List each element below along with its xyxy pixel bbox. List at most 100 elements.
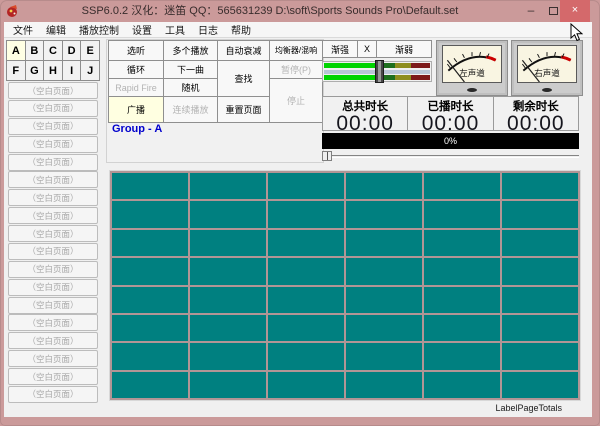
sound-cell[interactable] xyxy=(346,343,422,369)
sound-cell[interactable] xyxy=(190,173,266,199)
sound-cell[interactable] xyxy=(502,287,578,313)
blank-page-button[interactable]: （空白页面） xyxy=(8,243,98,260)
sound-cell[interactable] xyxy=(112,343,188,369)
sound-cell[interactable] xyxy=(190,315,266,341)
blank-page-button[interactable]: （空白页面） xyxy=(8,297,98,314)
page-letter-i[interactable]: I xyxy=(62,60,82,81)
sound-cell[interactable] xyxy=(268,201,344,227)
sound-cell[interactable] xyxy=(502,372,578,398)
seek-slider-track[interactable] xyxy=(322,155,579,158)
sound-cell[interactable] xyxy=(268,230,344,256)
sound-cell[interactable] xyxy=(112,173,188,199)
sound-cell[interactable] xyxy=(502,315,578,341)
auto-fade-button[interactable]: 自动衰减 xyxy=(217,40,270,61)
blank-page-button[interactable]: （空白页面） xyxy=(8,314,98,331)
menu-item[interactable]: 日志 xyxy=(198,22,218,37)
menu-item[interactable]: 文件 xyxy=(13,22,33,37)
sound-cell[interactable] xyxy=(268,372,344,398)
loop-button[interactable]: 循环 xyxy=(108,60,164,79)
sound-cell[interactable] xyxy=(424,315,500,341)
sound-cell[interactable] xyxy=(346,372,422,398)
page-letter-g[interactable]: G xyxy=(25,60,45,81)
volume-bar[interactable] xyxy=(322,61,432,82)
sound-cell[interactable] xyxy=(424,258,500,284)
sound-cell[interactable] xyxy=(190,287,266,313)
menu-item[interactable]: 设置 xyxy=(132,22,152,37)
blank-page-button[interactable]: （空白页面） xyxy=(8,386,98,403)
sound-cell[interactable] xyxy=(112,287,188,313)
sound-cell[interactable] xyxy=(502,258,578,284)
sound-cell[interactable] xyxy=(424,201,500,227)
sound-cell[interactable] xyxy=(346,230,422,256)
fade-out-button[interactable]: 渐弱 xyxy=(376,40,432,58)
sound-cell[interactable] xyxy=(424,173,500,199)
sound-cell[interactable] xyxy=(346,258,422,284)
page-letter-h[interactable]: H xyxy=(43,60,63,81)
blank-page-button[interactable]: （空白页面） xyxy=(8,279,98,296)
sound-cell[interactable] xyxy=(424,230,500,256)
page-letter-j[interactable]: J xyxy=(80,60,100,81)
sound-cell[interactable] xyxy=(190,230,266,256)
blank-page-button[interactable]: （空白页面） xyxy=(8,189,98,206)
fade-in-button[interactable]: 渐强 xyxy=(322,40,358,58)
sound-cell[interactable] xyxy=(112,258,188,284)
blank-page-button[interactable]: （空白页面） xyxy=(8,118,98,135)
sound-cell[interactable] xyxy=(346,315,422,341)
sound-cell[interactable] xyxy=(424,372,500,398)
blank-page-button[interactable]: （空白页面） xyxy=(8,225,98,242)
random-button[interactable]: 随机 xyxy=(163,78,218,97)
sound-cell[interactable] xyxy=(112,372,188,398)
sound-cell[interactable] xyxy=(112,201,188,227)
find-button[interactable]: 查找 xyxy=(217,60,270,97)
blank-page-button[interactable]: （空白页面） xyxy=(8,82,98,99)
follow-on-button[interactable]: 连续播放 xyxy=(163,96,218,123)
blank-page-button[interactable]: （空白页面） xyxy=(8,100,98,117)
audition-button[interactable]: 选听 xyxy=(108,40,164,61)
sound-cell[interactable] xyxy=(502,173,578,199)
sound-cell[interactable] xyxy=(268,287,344,313)
sound-cell[interactable] xyxy=(346,287,422,313)
rapid-fire-button[interactable]: Rapid Fire xyxy=(108,78,164,97)
sound-cell[interactable] xyxy=(112,230,188,256)
multi-play-button[interactable]: 多个播放 xyxy=(163,40,218,61)
stop-button[interactable]: 停止 xyxy=(269,78,323,123)
reset-page-button[interactable]: 重置页面 xyxy=(217,96,270,123)
menu-item[interactable]: 编辑 xyxy=(46,22,66,37)
sound-cell[interactable] xyxy=(190,343,266,369)
menu-item[interactable]: 帮助 xyxy=(231,22,251,37)
page-letter-b[interactable]: B xyxy=(25,40,45,61)
pause-button[interactable]: 暂停(P) xyxy=(269,60,323,79)
sound-cell[interactable] xyxy=(502,343,578,369)
next-song-button[interactable]: 下一曲 xyxy=(163,60,218,79)
sound-cell[interactable] xyxy=(424,343,500,369)
sound-cell[interactable] xyxy=(190,372,266,398)
blank-page-button[interactable]: （空白页面） xyxy=(8,154,98,171)
blank-page-button[interactable]: （空白页面） xyxy=(8,350,98,367)
page-letter-f[interactable]: F xyxy=(6,60,26,81)
page-letter-c[interactable]: C xyxy=(43,40,63,61)
sound-cell[interactable] xyxy=(190,201,266,227)
fade-cancel-button[interactable]: X xyxy=(357,40,377,58)
page-letter-e[interactable]: E xyxy=(80,40,100,61)
sound-cell[interactable] xyxy=(346,201,422,227)
sound-cell[interactable] xyxy=(502,201,578,227)
blank-page-button[interactable]: （空白页面） xyxy=(8,261,98,278)
menu-item[interactable]: 工具 xyxy=(165,22,185,37)
sound-cell[interactable] xyxy=(424,287,500,313)
sound-cell[interactable] xyxy=(268,173,344,199)
title-bar[interactable]: SSP6.0.2 汉化：迷笛 QQ：565631239 D:\soft\Spor… xyxy=(0,0,600,22)
volume-thumb[interactable] xyxy=(375,60,384,83)
blank-page-button[interactable]: （空白页面） xyxy=(8,207,98,224)
blank-page-button[interactable]: （空白页面） xyxy=(8,332,98,349)
broadcast-button[interactable]: 广播 xyxy=(108,96,164,123)
sound-cell[interactable] xyxy=(268,343,344,369)
seek-slider-thumb[interactable] xyxy=(322,151,332,161)
sound-cell[interactable] xyxy=(346,173,422,199)
sound-cell[interactable] xyxy=(190,258,266,284)
sound-cell[interactable] xyxy=(112,315,188,341)
blank-page-button[interactable]: （空白页面） xyxy=(8,368,98,385)
eq-reverb-button[interactable]: 均衡器/混响 xyxy=(269,40,323,61)
sound-cell[interactable] xyxy=(268,315,344,341)
blank-page-button[interactable]: （空白页面） xyxy=(8,171,98,188)
menu-item[interactable]: 播放控制 xyxy=(79,22,119,37)
